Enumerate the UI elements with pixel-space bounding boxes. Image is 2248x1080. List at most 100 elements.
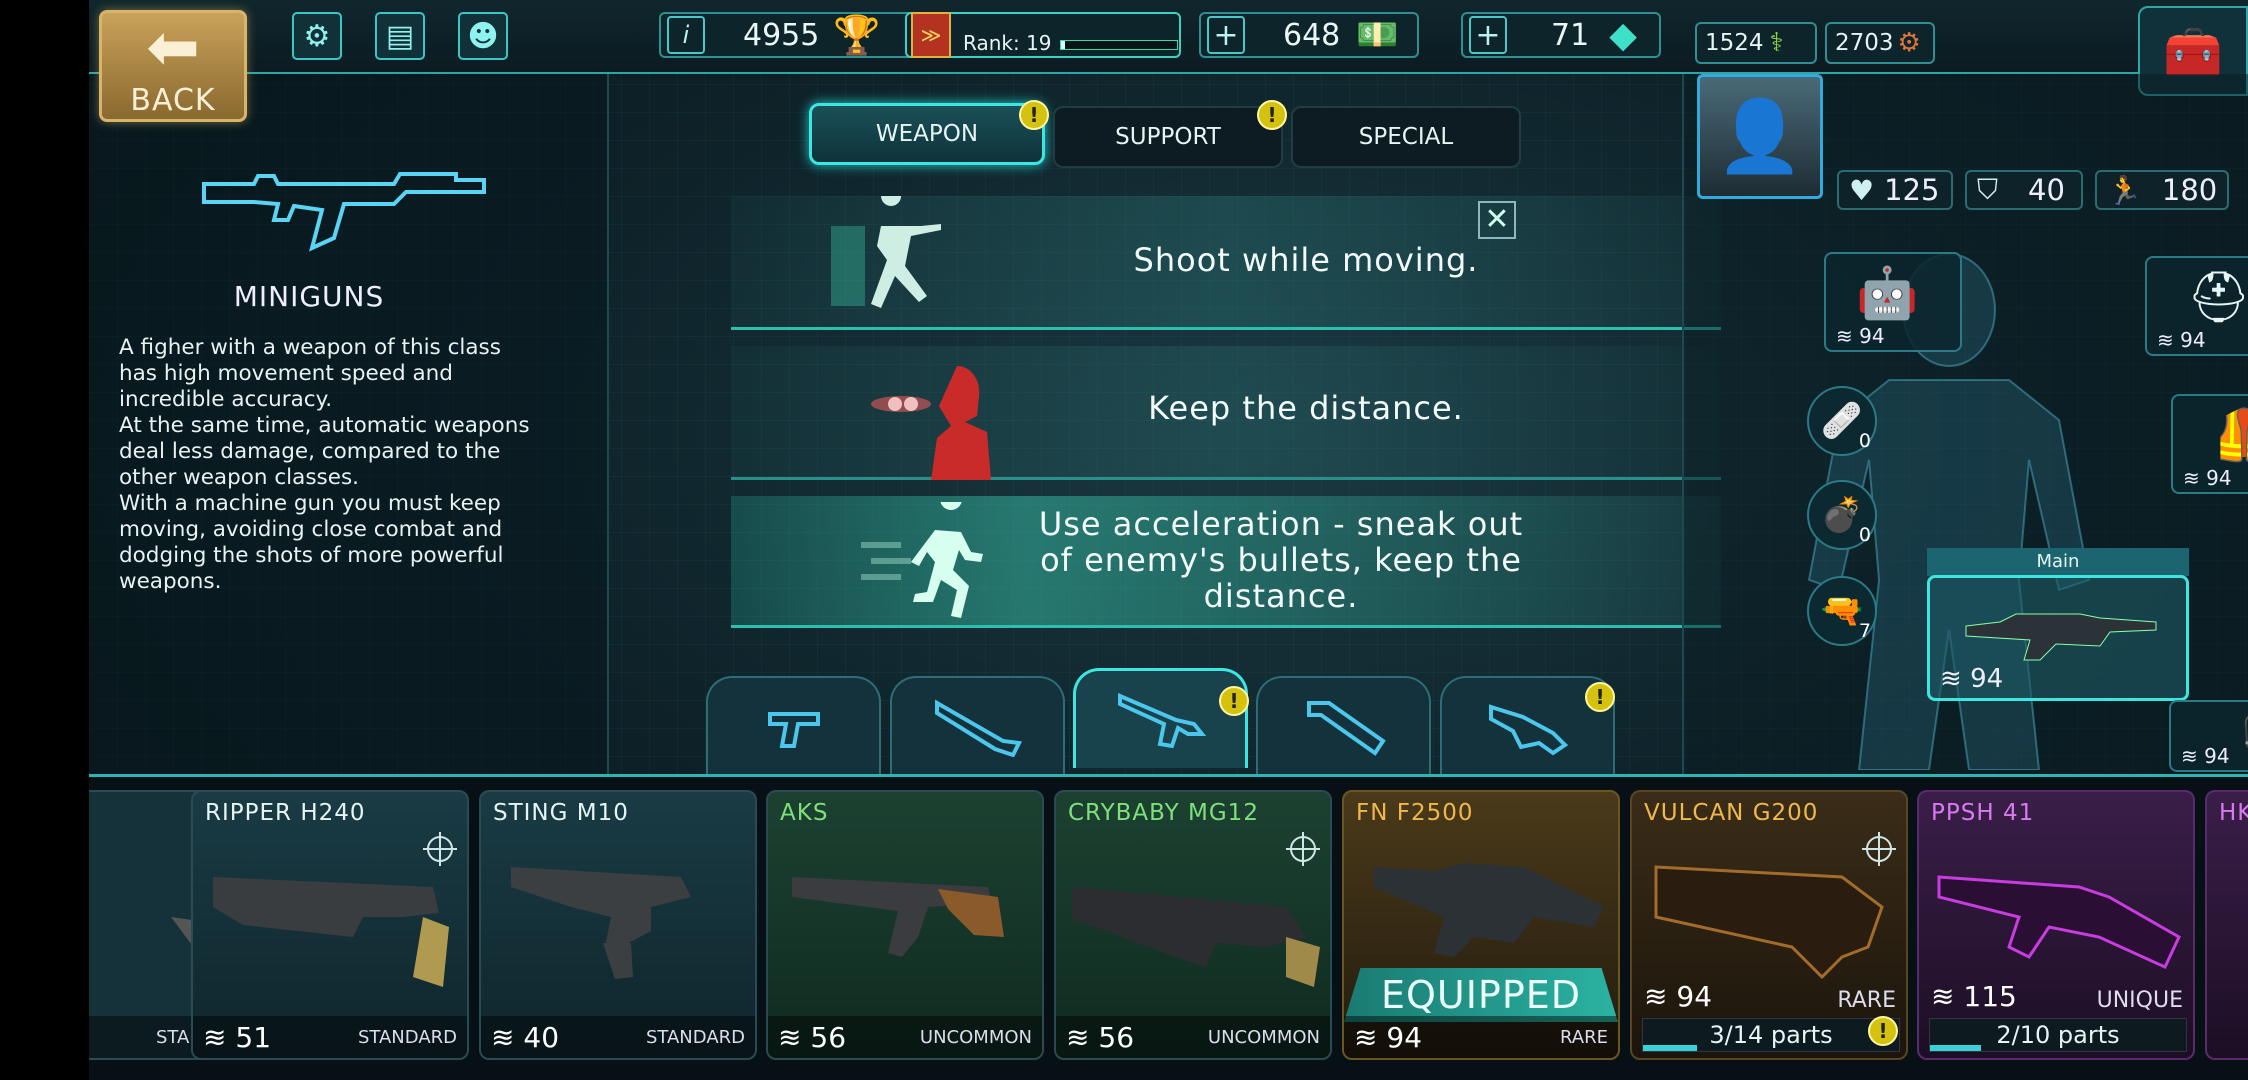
gadget-slot[interactable]: 🔫 7 [1807,576,1877,646]
weapon-name: AKS [780,800,829,826]
secondary-weapon-slot[interactable]: 🧯 ≋ 94 [2169,700,2248,772]
weapon-card-sting[interactable]: STING M10 ≋ 40 STANDARD [479,790,757,1060]
class-title: MINIGUNS [233,280,385,313]
parts-progress-label: 3/14 parts [1709,1021,1833,1049]
health-value: 125 [1884,173,1940,207]
drone-slot[interactable]: 🤖 ≋ 94 [1824,252,1962,352]
weapon-card-vulcan[interactable]: VULCAN G200 ≋ 94 RARE 3/14 parts ! [1630,790,1908,1060]
tab-support[interactable]: SUPPORT [1053,106,1283,168]
crystal-icon: ◆ [1609,14,1637,56]
friends-button[interactable]: ☻ [458,12,508,60]
tab-special[interactable]: SPECIAL [1291,106,1521,168]
main-rifle-icon [1965,613,2157,661]
category-rifle-tab[interactable] [1073,668,1248,768]
grenade-slot[interactable]: 💣 0 [1807,480,1877,550]
weapon-card-crybaby[interactable]: CRYBABY MG12 ≋ 56 UNCOMMON [1054,790,1332,1060]
shotgun-icon [934,699,1022,757]
weapon-level: ≋ 94 [1644,980,1713,1013]
shield-icon: ⛉ [1977,173,1999,206]
drone-icon: 🤖 [1856,264,1919,322]
weapon-name: PPSH 41 [1931,800,2035,826]
weapon-card-aks[interactable]: AKS ≋ 56 UNCOMMON [766,790,1044,1060]
back-button[interactable]: ⬅ BACK [99,10,247,122]
category-pistol-tab[interactable] [706,676,881,776]
weapon-rarity: UNIQUE [2096,988,2183,1013]
rank-display[interactable]: ≫ Rank: 19 [905,12,1181,58]
parts-progress: 2/10 parts [1929,1018,2187,1052]
crystals-value: 71 [1551,17,1590,53]
rank-chevron-icon: ≫ [911,12,951,58]
crystals-display[interactable]: + 71 ◆ [1461,12,1661,58]
dna-value: 1524 [1705,30,1764,56]
weapon-rarity: UNCOMMON [919,1026,1032,1048]
weapon-name: RIPPER H240 [205,800,366,826]
weapon-name: HK [2219,800,2248,826]
money-value: 648 [1283,17,1341,53]
running-shooter-icon [831,196,941,308]
settings-button[interactable]: ⚙ [292,12,342,60]
weapon-image [1374,863,1604,957]
launcher-icon [1306,701,1386,756]
weapon-image [1937,875,2181,969]
weapon-name: STING M10 [493,800,629,826]
armor-stat: ⛉ 40 [1965,170,2083,210]
close-icon[interactable]: ✕ [1478,201,1516,239]
category-shotgun-tab[interactable] [890,676,1065,776]
flamethrower-icon: 🧯 [2231,708,2248,755]
trophy-icon: 🏆 [833,12,881,57]
hero-avatar[interactable]: 👤 [1697,74,1823,199]
keep-distance-icon [871,365,991,480]
medkit-count: 0 [1858,430,1871,452]
rank-label: Rank: 19 [963,31,1052,55]
armor-level: ≋ 94 [2183,466,2232,490]
add-money-button[interactable]: + [1207,16,1245,54]
parts-value: 2703 [1835,30,1894,56]
add-crystals-button[interactable]: + [1469,16,1507,54]
parts-progress: 3/14 parts [1642,1018,1900,1052]
money-display[interactable]: + 648 💵 [1199,12,1419,58]
weapon-card-ppsh[interactable]: PPSH 41 ≋ 115 UNIQUE 2/10 parts [1917,790,2195,1060]
vulcan-alert-icon: ! [1868,1016,1898,1046]
friends-icon: ☻ [467,18,499,54]
class-info-panel: MINIGUNS A figher with a weapon of this … [89,74,609,774]
pistol-icon [767,712,820,748]
weapon-image [213,877,449,987]
weapon-rarity: STANDARD [645,1026,745,1048]
class-description: A figher with a weapon of this class has… [119,335,530,594]
rifle-class-icon [202,172,486,252]
helmet-level: ≋ 94 [2157,328,2206,352]
weapon-card-ripper[interactable]: RIPPER H240 ≋ 51 STANDARD [191,790,469,1060]
secondary-weapon-level: ≋ 94 [2181,744,2230,768]
category-rifle-alert-icon: ! [1219,686,1249,716]
gadget-count: 7 [1858,620,1871,642]
game-screen: ⬅ BACK ⚙ ▤ ☻ i 4955 🏆 ≫ Rank: 19 + 648 💵… [89,0,2248,1080]
info-icon[interactable]: i [667,16,705,54]
drone-level: ≋ 94 [1836,324,1885,348]
category-heavy-alert-icon: ! [1585,682,1615,712]
parts-progress-fill [1643,1045,1697,1051]
tab-weapon[interactable]: WEAPON [809,103,1045,165]
grenade-icon: 💣 [1820,495,1864,535]
weapon-level: ≋ 40 [491,1020,560,1054]
tip-text-shoot: Shoot while moving. [1133,241,1479,279]
weapon-card-fn-f2500[interactable]: FN F2500 EQUIPPED ≋ 94 RARE [1342,790,1620,1060]
weapon-rarity: UNCOMMON [1207,1026,1320,1048]
missions-button[interactable]: ▤ [375,12,425,60]
health-stat: ♥ 125 [1837,170,1953,210]
rank-progress-fill [1060,41,1066,49]
rating-value: 4955 [743,17,820,53]
armor-slot[interactable]: 🦺 ≋ 94 [2171,394,2248,494]
parts-display: 2703 ⚙ [1825,22,1935,64]
armor-icon: 🦺 [2213,406,2248,465]
tip-text-distance: Keep the distance. [1148,389,1464,427]
running-icon: 🏃 [2107,173,2142,207]
helmet-slot[interactable]: ⛑ ≋ 94 [2145,256,2248,356]
medkit-slot[interactable]: 🩹 0 [1807,386,1877,456]
main-weapon-slot[interactable]: ≋ 94 [1927,575,2189,701]
weapon-card-partial-right[interactable]: HK [2205,790,2248,1060]
tip-row-shoot: Shoot while moving. [731,196,1721,330]
weapon-rarity: STANDARD [357,1026,457,1048]
weapon-name: VULCAN G200 [1644,800,1819,826]
category-launcher-tab[interactable] [1256,676,1431,776]
chest-icon: 🧰 [2163,23,2223,80]
